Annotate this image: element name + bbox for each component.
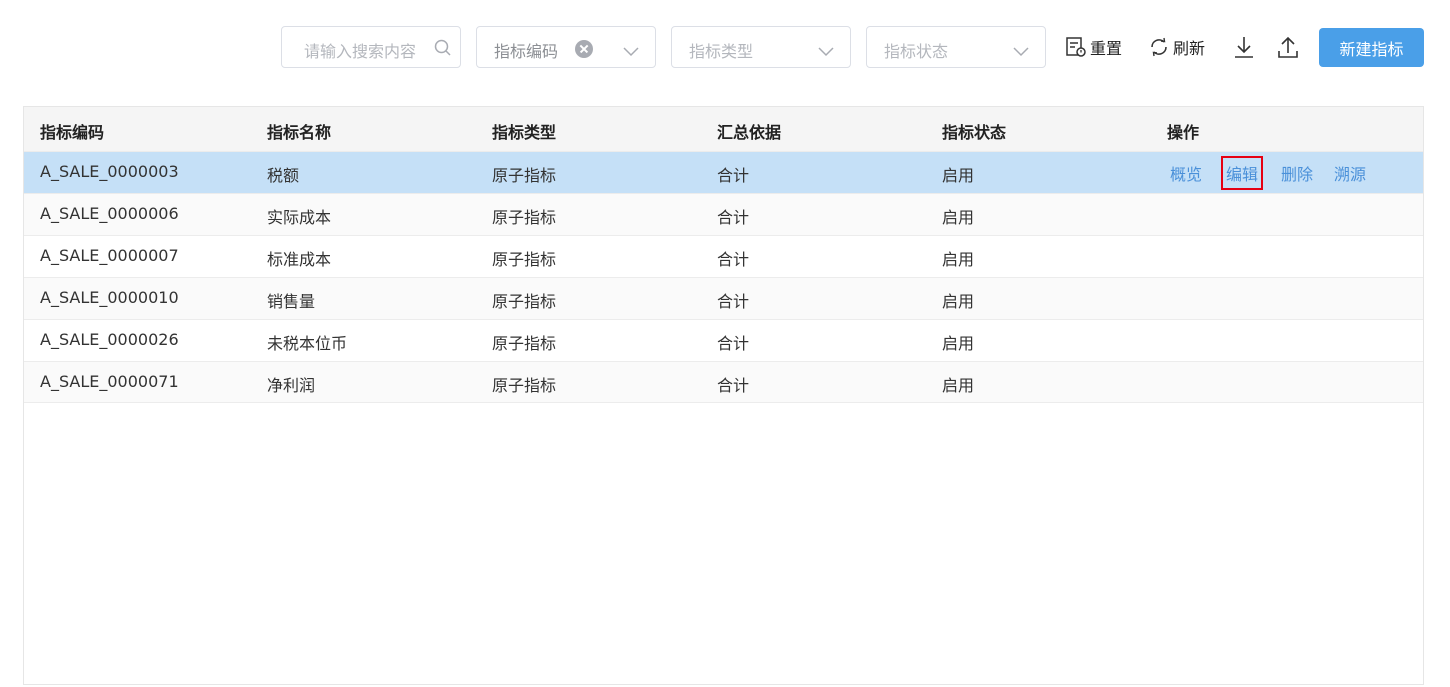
header-type: 指标类型	[492, 123, 557, 142]
search-placeholder: 请输入搜索内容	[304, 42, 416, 61]
cell-status: 启用	[942, 376, 975, 395]
overview-link[interactable]: 概览	[1170, 161, 1202, 185]
cell-type: 原子指标	[492, 166, 557, 185]
cell-code: A_SALE_0000010	[40, 288, 179, 307]
row-actions: 概览 编辑 删除 溯源	[1170, 152, 1387, 194]
search-icon[interactable]	[434, 39, 452, 61]
cell-status: 启用	[942, 334, 975, 353]
cell-code: A_SALE_0000071	[40, 372, 179, 391]
chevron-down-icon	[818, 42, 834, 61]
cell-aggregation: 合计	[717, 376, 750, 395]
header-actions: 操作	[1167, 123, 1200, 142]
cell-name: 税额	[267, 166, 300, 185]
cell-aggregation: 合计	[717, 292, 750, 311]
cell-type: 原子指标	[492, 292, 557, 311]
clear-icon[interactable]	[575, 40, 593, 58]
filter-indicator-code[interactable]: 指标编码	[476, 26, 656, 68]
refresh-button[interactable]: 刷新	[1148, 34, 1205, 60]
download-icon	[1233, 35, 1255, 59]
reset-label: 重置	[1090, 39, 1123, 58]
reset-button[interactable]: 重置	[1065, 34, 1122, 60]
cell-aggregation: 合计	[717, 334, 750, 353]
download-button[interactable]	[1233, 34, 1255, 60]
cell-type: 原子指标	[492, 334, 557, 353]
cell-code: A_SALE_0000003	[40, 162, 179, 181]
filter-indicator-status[interactable]: 指标状态	[866, 26, 1046, 68]
table-row[interactable]: A_SALE_0000010 销售量 原子指标 合计 启用	[24, 277, 1423, 319]
refresh-label: 刷新	[1173, 39, 1206, 58]
edit-link[interactable]: 编辑	[1221, 156, 1264, 190]
header-status: 指标状态	[942, 123, 1007, 142]
trace-link[interactable]: 溯源	[1334, 161, 1366, 185]
indicator-table: 指标编码 指标名称 指标类型 汇总依据 指标状态 操作 A_SALE_00000…	[23, 106, 1424, 685]
upload-icon	[1277, 35, 1299, 59]
table-header: 指标编码 指标名称 指标类型 汇总依据 指标状态 操作	[24, 107, 1423, 151]
table-row[interactable]: A_SALE_0000071 净利润 原子指标 合计 启用	[24, 361, 1423, 403]
filter-type-placeholder: 指标类型	[689, 42, 754, 61]
upload-button[interactable]	[1277, 34, 1299, 60]
cell-aggregation: 合计	[717, 250, 750, 269]
refresh-icon	[1148, 36, 1170, 58]
cell-name: 销售量	[267, 292, 316, 311]
header-name: 指标名称	[267, 123, 332, 142]
chevron-down-icon	[1013, 42, 1029, 61]
cell-status: 启用	[942, 250, 975, 269]
toolbar: 请输入搜索内容 指标编码 指标类型 指标状态 重置 刷新 新建指标	[0, 26, 1450, 68]
delete-link[interactable]: 删除	[1281, 161, 1313, 185]
cell-code: A_SALE_0000006	[40, 204, 179, 223]
table-row[interactable]: A_SALE_0000006 实际成本 原子指标 合计 启用	[24, 193, 1423, 235]
cell-name: 标准成本	[267, 250, 332, 269]
cell-code: A_SALE_0000007	[40, 246, 179, 265]
cell-name: 净利润	[267, 376, 316, 395]
cell-name: 未税本位币	[267, 334, 348, 353]
filter-status-placeholder: 指标状态	[884, 42, 949, 61]
cell-aggregation: 合计	[717, 166, 750, 185]
filter-code-value: 指标编码	[494, 42, 559, 61]
cell-status: 启用	[942, 208, 975, 227]
table-row[interactable]: A_SALE_0000007 标准成本 原子指标 合计 启用	[24, 235, 1423, 277]
search-input[interactable]: 请输入搜索内容	[281, 26, 461, 68]
table-row[interactable]: A_SALE_0000026 未税本位币 原子指标 合计 启用	[24, 319, 1423, 361]
new-indicator-button[interactable]: 新建指标	[1319, 28, 1424, 67]
table-row[interactable]: A_SALE_0000003 税额 原子指标 合计 启用 概览 编辑 删除 溯源	[24, 151, 1423, 193]
cell-code: A_SALE_0000026	[40, 330, 179, 349]
header-aggregation: 汇总依据	[717, 123, 782, 142]
cell-status: 启用	[942, 292, 975, 311]
reset-icon	[1065, 36, 1087, 58]
cell-type: 原子指标	[492, 376, 557, 395]
cell-type: 原子指标	[492, 208, 557, 227]
cell-type: 原子指标	[492, 250, 557, 269]
chevron-down-icon	[623, 42, 639, 61]
header-code: 指标编码	[40, 123, 105, 142]
cell-name: 实际成本	[267, 208, 332, 227]
filter-indicator-type[interactable]: 指标类型	[671, 26, 851, 68]
cell-aggregation: 合计	[717, 208, 750, 227]
cell-status: 启用	[942, 166, 975, 185]
